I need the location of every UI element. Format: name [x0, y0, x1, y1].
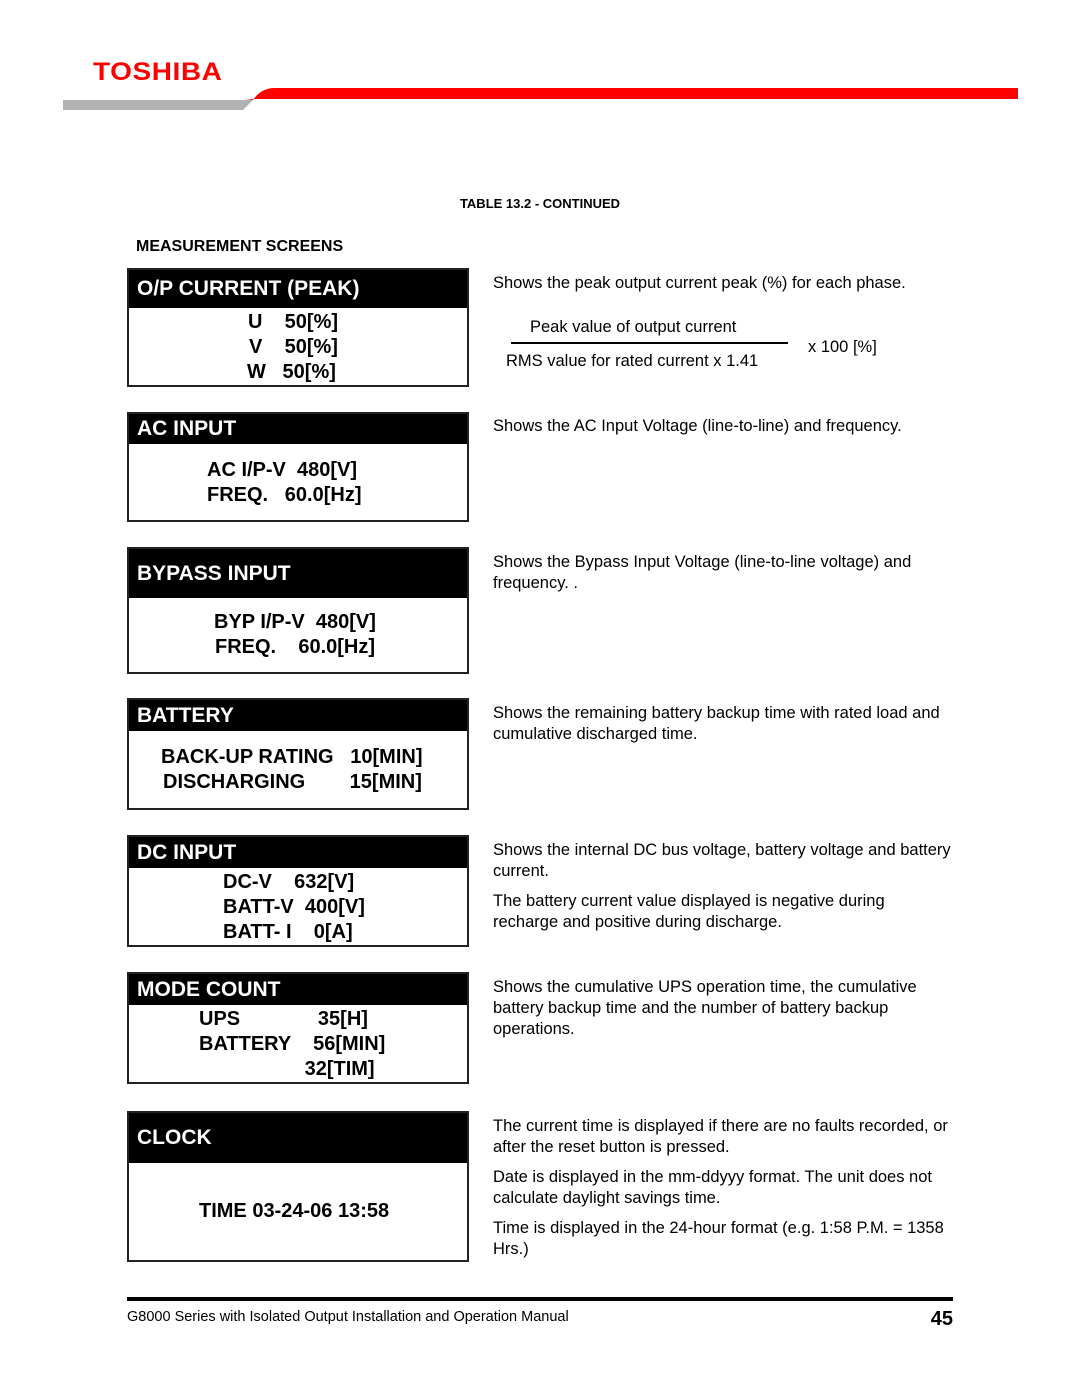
screen-row: UPS 35[H] — [199, 1008, 368, 1030]
screen-title: AC INPUT — [129, 414, 467, 444]
gray-stripe — [63, 100, 253, 110]
screen-ac-input: AC INPUT AC I/P-V 480[V] FREQ. 60.0[Hz] — [127, 412, 469, 522]
description-ac-input: Shows the AC Input Voltage (line-to-line… — [493, 416, 953, 446]
screen-row: BACK-UP RATING 10[MIN] — [161, 746, 423, 768]
screen-title: MODE COUNT — [129, 974, 467, 1005]
description-text: Shows the Bypass Input Voltage (line-to-… — [493, 553, 912, 592]
screen-row: DC-V 632[V] — [223, 871, 355, 893]
screen-battery: BATTERY BACK-UP RATING 10[MIN] DISCHARGI… — [127, 698, 469, 810]
description-text: Shows the cumulative UPS operation time,… — [493, 978, 917, 1038]
brand-stripe — [63, 88, 1018, 110]
screen-row: V 50[%] — [249, 336, 338, 358]
section-heading: MEASUREMENT SCREENS — [136, 238, 344, 255]
screen-row: FREQ. 60.0[Hz] — [207, 484, 362, 506]
table-caption: TABLE 13.2 - CONTINUED — [459, 196, 621, 211]
description-text: Date is displayed in the mm-ddyyy format… — [493, 1168, 932, 1207]
screen-row: FREQ. 60.0[Hz] — [215, 636, 376, 658]
screen-bypass-input: BYPASS INPUT BYP I/P-V 480[V] FREQ. 60.0… — [127, 547, 469, 674]
description-text: Time is displayed in the 24-hour format … — [493, 1219, 944, 1258]
screen-mode-count: MODE COUNT UPS 35[H] BATTERY 56[MIN] 32[… — [127, 972, 469, 1084]
screen-row: 32[TIM] — [199, 1058, 375, 1080]
formula-numerator: Peak value of output current — [530, 318, 737, 336]
screen-title: CLOCK — [129, 1113, 467, 1163]
screen-row: AC I/P-V 480[V] — [207, 459, 358, 481]
description-text: The current time is displayed if there a… — [493, 1117, 948, 1156]
description-bypass-input: Shows the Bypass Input Voltage (line-to-… — [493, 552, 953, 603]
footer-rule — [127, 1297, 953, 1301]
manual-title: G8000 Series with Isolated Output Instal… — [127, 1309, 569, 1325]
screen-title: DC INPUT — [129, 837, 467, 868]
peak-current-formula: Peak value of output current RMS value f… — [505, 316, 895, 376]
screen-dc-input: DC INPUT DC-V 632[V] BATT-V 400[V] BATT-… — [127, 835, 469, 947]
screen-clock: CLOCK TIME 03-24-06 13:58 — [127, 1111, 469, 1262]
screen-row: BATT- I 0[A] — [223, 921, 353, 943]
screen-title: O/P CURRENT (PEAK) — [129, 270, 467, 308]
description-text: Shows the peak output current peak (%) f… — [493, 274, 906, 292]
screen-row: TIME 03-24-06 13:58 — [199, 1200, 390, 1222]
description-text: Shows the internal DC bus voltage, batte… — [493, 841, 951, 880]
description-text: The battery current value displayed is n… — [493, 892, 885, 931]
description-clock: The current time is displayed if there a… — [493, 1116, 953, 1269]
red-stripe — [245, 88, 1018, 100]
screen-title: BATTERY — [129, 700, 467, 731]
screen-op-current-peak: O/P CURRENT (PEAK) U 50[%] V 50[%] W 50[… — [127, 268, 469, 387]
page-number: 45 — [930, 1308, 953, 1330]
description-mode-count: Shows the cumulative UPS operation time,… — [493, 977, 953, 1049]
description-text: Shows the remaining battery backup time … — [493, 704, 940, 743]
formula-denominator: RMS value for rated current x 1.41 — [506, 352, 759, 370]
description-text: Shows the AC Input Voltage (line-to-line… — [493, 417, 902, 435]
description-op-current-peak: Shows the peak output current peak (%) f… — [493, 273, 953, 303]
screen-row: W 50[%] — [247, 361, 336, 383]
screen-title: BYPASS INPUT — [129, 549, 467, 598]
screen-row: BATTERY 56[MIN] — [199, 1033, 386, 1055]
screen-row: BATT-V 400[V] — [223, 896, 365, 918]
screen-row: U 50[%] — [248, 311, 339, 333]
description-battery: Shows the remaining battery backup time … — [493, 703, 953, 754]
screen-row: DISCHARGING 15[MIN] — [163, 771, 422, 793]
screen-row: BYP I/P-V 480[V] — [214, 611, 376, 633]
formula-multiplier: x 100 [%] — [808, 338, 877, 356]
fraction-bar — [511, 342, 788, 344]
description-dc-input: Shows the internal DC bus voltage, batte… — [493, 840, 953, 942]
toshiba-logo: TOSHIBA — [93, 58, 223, 86]
